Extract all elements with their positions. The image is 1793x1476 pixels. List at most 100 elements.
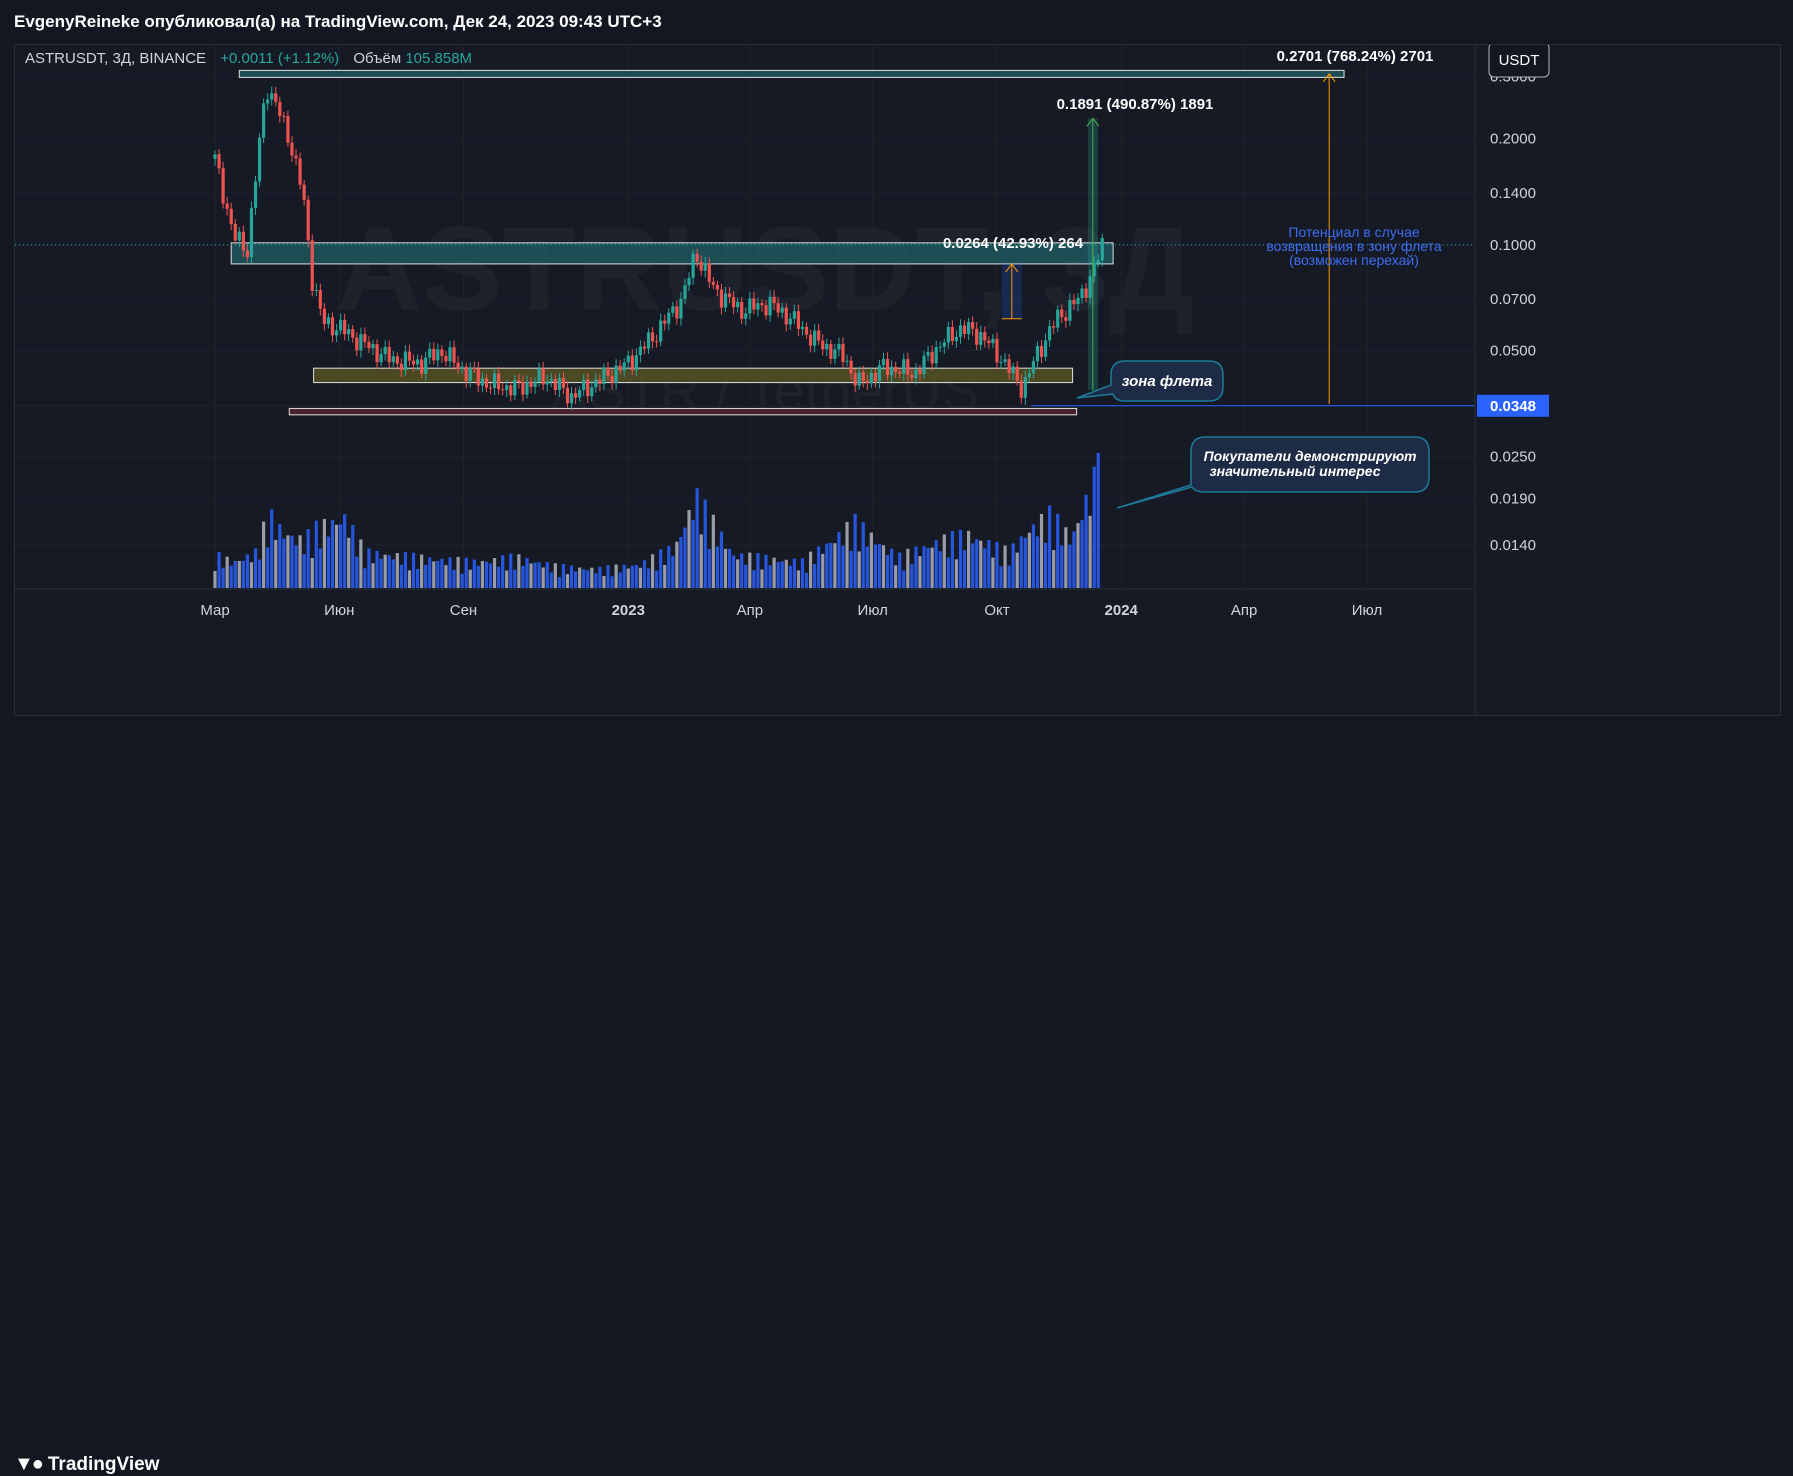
candle-body: [995, 338, 999, 363]
candle-body: [885, 358, 890, 376]
candle: [501, 382, 505, 396]
candle-body: [1015, 366, 1019, 381]
volume-bar: [355, 556, 359, 588]
candle: [270, 86, 274, 106]
volume-bar: [829, 542, 833, 588]
volume-bar: [334, 524, 339, 588]
candle-body: [411, 360, 416, 365]
candle-body: [642, 346, 647, 349]
candle-body: [768, 296, 772, 316]
candle-body: [241, 231, 245, 251]
volume-bar: [975, 539, 979, 588]
candle-body: [1080, 288, 1084, 298]
symbol-title: ASTRUSDT, 3Д, BINANCE: [25, 50, 206, 67]
candle: [999, 355, 1003, 369]
time-axis[interactable]: Мар Июн Сен 2023 Апр Июл Окт 2024 Апр Июл: [200, 602, 1382, 619]
x-tick-label: 2024: [1105, 602, 1139, 619]
volume-bar: [391, 559, 395, 588]
volume-bar: [436, 560, 440, 588]
chart-panel[interactable]: ASTRUSDT, 3Д ASTR / TetherUS 0.30000.200…: [14, 44, 1781, 716]
flat-zone-callout[interactable]: зона флета: [1076, 360, 1224, 402]
candle-body: [788, 318, 792, 325]
candle-body: [1031, 361, 1036, 374]
x-tick-label: Апр: [1231, 602, 1257, 619]
price-axis[interactable]: 0.30000.20000.14000.10000.07000.05000.03…: [1477, 68, 1549, 554]
volume-bar: [363, 568, 367, 588]
currency-label[interactable]: USDT: [1499, 52, 1540, 69]
volume-bar: [873, 544, 878, 588]
candle-body: [253, 181, 258, 209]
candle: [991, 333, 995, 348]
measure-label-2: 0.1891 (490.87%) 1891: [1057, 96, 1214, 113]
volume-bar: [343, 514, 347, 588]
candle-body: [1052, 326, 1056, 328]
volume-bar: [752, 570, 756, 588]
candle-body: [1072, 300, 1076, 305]
price-chart[interactable]: ASTRUSDT, 3Д ASTR / TetherUS 0.30000.200…: [15, 45, 1781, 716]
volume-bar: [420, 554, 424, 588]
candle-body: [553, 379, 557, 391]
volume-bar: [910, 564, 914, 588]
volume-bar: [1035, 536, 1040, 588]
candle-body: [557, 377, 561, 391]
volume-bar: [298, 535, 302, 588]
candle-body: [841, 343, 845, 362]
publish-line: EvgenyReineke опубликовал(а) на TradingV…: [14, 12, 662, 31]
volume-bar: [415, 568, 420, 588]
candle-body: [748, 298, 752, 314]
candle: [286, 110, 290, 147]
volume-bar: [488, 563, 493, 588]
candle-body: [1023, 377, 1027, 398]
buyers-note-line-1: Покупатели демонстрируют: [1204, 448, 1417, 464]
volume-bar: [225, 556, 229, 588]
candle-body: [877, 365, 882, 382]
volume-bar: [650, 554, 655, 588]
volume-bar: [671, 556, 675, 588]
candle-body: [270, 93, 274, 100]
volume-bar: [646, 568, 651, 588]
candle-body: [484, 378, 489, 388]
volume-bar: [760, 569, 764, 588]
volume-bar: [914, 546, 918, 588]
candle: [213, 150, 217, 166]
volume-bar: [1092, 466, 1096, 588]
volume-bar: [582, 569, 586, 588]
currency-button[interactable]: USDT: [1488, 45, 1550, 78]
volume-bar: [667, 545, 671, 588]
candle-body: [266, 99, 270, 104]
buyers-callout[interactable]: Покупатели демонстрируют значительный ин…: [1116, 436, 1430, 509]
candle: [257, 133, 262, 187]
candle-body: [792, 311, 796, 319]
candle: [217, 148, 221, 174]
candle-body: [492, 373, 497, 388]
candle: [942, 338, 946, 354]
volume-bar: [768, 565, 772, 588]
candle-body: [1043, 340, 1048, 357]
volume-bar: [845, 521, 849, 588]
candle-body: [330, 317, 335, 336]
volume-bar: [711, 514, 715, 588]
candle-body: [286, 116, 290, 143]
candle-body: [691, 253, 695, 278]
volume-bar: [1011, 543, 1015, 588]
candle-body: [683, 285, 687, 299]
y-tick-label: 0.0700: [1490, 291, 1536, 308]
candle-body: [910, 374, 914, 379]
tradingview-logo[interactable]: ▼● TradingView: [14, 1453, 159, 1476]
volume-label: Объём: [353, 50, 401, 67]
volume-bar: [237, 560, 241, 588]
candle-body: [861, 372, 865, 381]
volume-bar: [213, 570, 217, 588]
candle-body: [262, 103, 266, 138]
candle: [452, 340, 456, 370]
volume-bar: [306, 529, 310, 588]
candle: [306, 195, 310, 248]
candle: [229, 202, 233, 231]
candle-body: [537, 368, 541, 382]
y-tick-label: 0.0250: [1490, 448, 1536, 465]
candle-body: [428, 348, 432, 358]
candle-body: [249, 208, 254, 258]
candle-body: [529, 381, 533, 387]
candle: [294, 148, 298, 166]
candle-body: [958, 325, 963, 337]
